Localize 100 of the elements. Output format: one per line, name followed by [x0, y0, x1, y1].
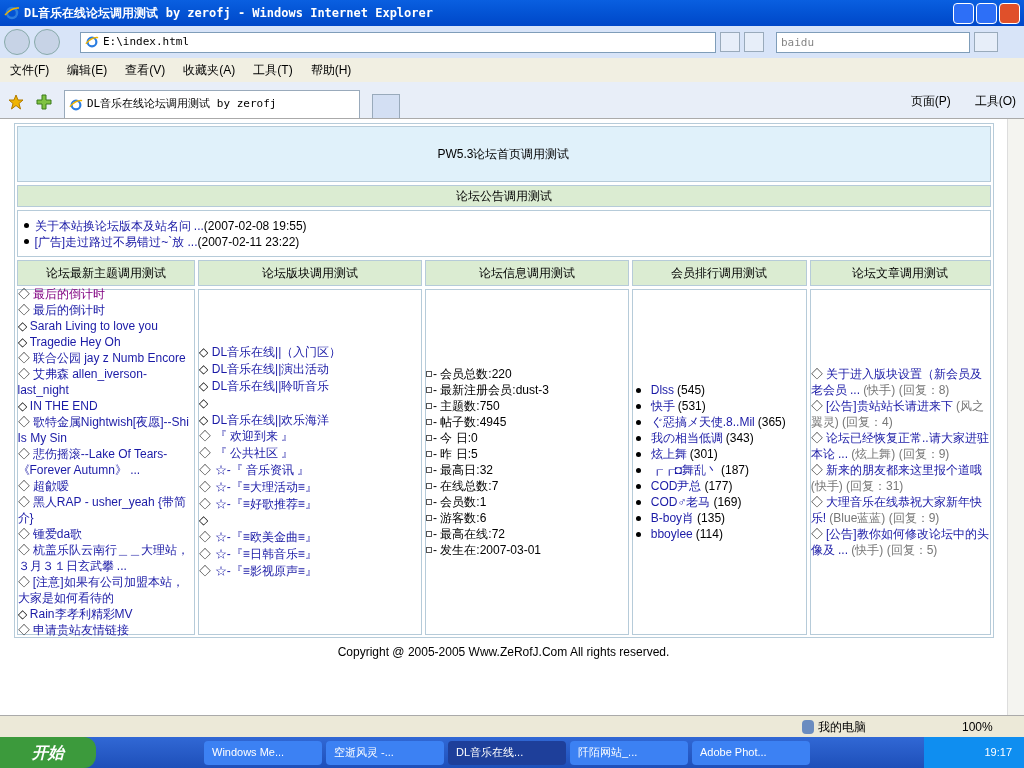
add-star-icon[interactable] — [36, 94, 52, 110]
topic-link[interactable]: ◇ [注意]如果有公司加盟本站，大家是如何看待的 — [17, 574, 195, 606]
member-link[interactable]: 快手 — [650, 398, 675, 414]
member-link[interactable]: bboylee — [650, 526, 693, 542]
board-link[interactable]: DL音乐在线||（入门区） — [211, 345, 342, 360]
post-count: (343) — [725, 430, 754, 446]
topic-link[interactable]: ◇ 申请贵站友情链接 — [17, 622, 195, 638]
diamond-marker: ◇ — [199, 496, 212, 511]
post-count: (114) — [695, 526, 723, 542]
stat-text: - 帖子数:4945 — [433, 414, 507, 430]
topic-link[interactable]: ◇ Sarah Living to love you — [17, 318, 195, 334]
topic-link[interactable]: ◇ 最后的倒计时 — [17, 286, 195, 302]
square-icon — [426, 547, 432, 553]
topic-link[interactable]: ◇ 锺爱da歌 — [17, 526, 195, 542]
member-link[interactable]: ┎┎◘舞乱丶 — [650, 462, 718, 478]
bullet-icon — [635, 387, 641, 393]
diamond-marker: ◇ — [199, 429, 212, 444]
article-entry[interactable]: ◇ 新来的朋友都来这里报个道哦 (快手) (回复：31) — [810, 462, 990, 494]
menu-item[interactable]: 文件(F) — [10, 61, 50, 79]
topic-link[interactable]: ◇ 联合公园 jay z Numb Encore — [17, 350, 195, 366]
square-icon — [426, 531, 432, 537]
member-link[interactable]: COD♂老马 — [650, 494, 711, 510]
article-entry[interactable]: ◇ 大理音乐在线恭祝大家新年快乐! (Blue蓝蓝) (回复：9) — [810, 494, 990, 526]
menu-item[interactable]: 查看(V) — [125, 61, 166, 79]
member-link[interactable]: COD尹总 — [650, 478, 702, 494]
topic-link[interactable]: ◇ 歌特金属Nightwish[夜愿]--Shi Is My Sin — [17, 414, 195, 446]
stat-text: - 最高日:32 — [433, 462, 493, 478]
command-menu[interactable]: 页面(P) — [910, 92, 951, 110]
bullet-icon — [635, 531, 641, 537]
article-entry[interactable]: ◇ [公告]贵站站长请进来下 (风之翼灵) (回复：4) — [810, 398, 990, 430]
page-icon — [85, 35, 99, 49]
command-menu[interactable]: 工具(O) — [974, 92, 1016, 110]
topic-link[interactable]: ◇ 最后的倒计时 — [17, 302, 195, 318]
browser-tab[interactable]: DL音乐在线论坛调用测试 by zerofj — [64, 90, 360, 118]
article-entry[interactable]: ◇ 论坛已经恢复正常..请大家进驻本论 ... (炫上舞) (回复：9) — [810, 430, 990, 462]
diamond-marker: ◇ — [199, 463, 212, 477]
taskbar-button[interactable]: 阡陌网站_... — [570, 740, 688, 765]
diamond-marker: ◇ — [199, 547, 212, 561]
taskbar-button[interactable]: Adobe Phot... — [692, 740, 810, 765]
start-button[interactable]: 开始 — [0, 737, 96, 768]
notice-link[interactable]: 关于本站换论坛版本及站名问 ... — [34, 217, 204, 234]
board-link[interactable]: ☆-『≡影视原声≡』 — [214, 563, 317, 578]
bullet-icon — [23, 223, 29, 228]
zoom-level[interactable]: 100% — [962, 717, 1012, 736]
board-link[interactable]: ☆-『 音乐资讯 』 — [214, 463, 310, 477]
board-link[interactable]: DL音乐在线||聆听音乐 — [211, 379, 330, 393]
article-entry[interactable]: ◇ 关于进入版块设置（新会员及老会员 ... (快手) (回复：8) — [810, 366, 990, 398]
back-button[interactable] — [4, 29, 30, 55]
member-link[interactable]: B-boy肖 — [650, 510, 695, 526]
search-field[interactable]: baidu — [776, 31, 970, 53]
topic-link[interactable]: ◇ Tragedie Hey Oh — [17, 334, 195, 350]
menu-item[interactable]: 收藏夹(A) — [183, 61, 236, 79]
forward-button[interactable] — [34, 29, 60, 55]
topic-link[interactable]: ◇ 黑人RAP - usher_yeah {带简介} — [17, 494, 195, 526]
member-link[interactable]: Dlss — [650, 382, 675, 398]
stat-text: - 会员总数:220 — [433, 366, 512, 382]
board-link[interactable]: ☆-『≡欧美金曲≡』 — [214, 530, 317, 545]
board-link[interactable]: 『 欢迎到来 』 — [214, 429, 294, 444]
notice-date: (2007-02-08 19:55) — [203, 217, 307, 234]
bullet-icon — [635, 483, 641, 489]
member-link[interactable]: 炫上舞 — [650, 446, 687, 462]
board-link[interactable]: ☆-『≡大理活动≡』 — [214, 479, 317, 494]
bullet-icon — [635, 499, 641, 505]
topic-link[interactable]: ◇ 超歈嗳 — [17, 478, 195, 494]
board-link[interactable]: 『 公共社区 』 — [214, 446, 294, 461]
column-heading: 论坛最新主题调用测试 — [16, 260, 196, 286]
star-icon[interactable] — [8, 94, 24, 110]
topic-link[interactable]: ◇ 艾弗森 allen_iverson-last_night — [17, 366, 195, 398]
stat-text: - 最高在线:72 — [433, 526, 505, 542]
topic-link[interactable]: ◇ IN THE END — [17, 398, 195, 414]
post-count: (531) — [677, 398, 706, 414]
menu-item[interactable]: 工具(T) — [253, 61, 293, 79]
topic-link[interactable]: ◇ Rain李孝利精彩MV — [17, 606, 195, 622]
menu-item[interactable]: 帮助(H) — [310, 61, 352, 79]
member-link[interactable]: ぐ惡搞メ天使.8..Mil — [650, 414, 755, 430]
taskbar-button[interactable]: DL音乐在线... — [448, 740, 566, 765]
taskbar-button[interactable]: 空逝风灵 -... — [326, 740, 444, 765]
board-link[interactable]: DL音乐在线||欢乐海洋 — [211, 412, 330, 427]
square-icon — [426, 387, 432, 393]
bullet-icon — [635, 467, 641, 473]
board-link[interactable]: DL音乐在线||演出活动 — [211, 362, 330, 377]
taskbar-button[interactable]: Windows Me... — [204, 740, 322, 765]
topic-link[interactable]: ◇ 悲伤摇滚--Lake Of Tears-《Forever Autumn》 ... — [17, 446, 195, 478]
menu-item[interactable]: 编辑(E) — [67, 61, 108, 79]
member-link[interactable]: 我の相当低调 — [650, 430, 723, 446]
diamond-marker: ◇ — [199, 345, 209, 360]
topic-link[interactable]: ◇ 杭盖乐队云南行＿＿大理站，３月３１日玄武攀 ... — [17, 542, 195, 574]
new-tab-button[interactable] — [372, 94, 400, 118]
bullet-icon — [635, 515, 641, 521]
square-icon — [426, 515, 432, 521]
board-link[interactable]: ☆-『≡好歌推荐≡』 — [214, 496, 317, 511]
board-link[interactable]: ☆-『≡日韩音乐≡』 — [214, 547, 317, 561]
square-icon — [426, 451, 432, 457]
address-field[interactable]: E:\index.html — [80, 31, 716, 53]
article-entry[interactable]: ◇ [公告]教你如何修改论坛中的头像及 ... (快手) (回复：5) — [810, 526, 990, 558]
post-count: (169) — [713, 494, 742, 510]
notice-date: (2007-02-11 23:22) — [197, 233, 300, 250]
square-icon — [426, 419, 432, 425]
bullet-icon — [635, 419, 641, 425]
notice-link[interactable]: [广告]走过路过不易错过~`放 ... — [34, 233, 198, 250]
